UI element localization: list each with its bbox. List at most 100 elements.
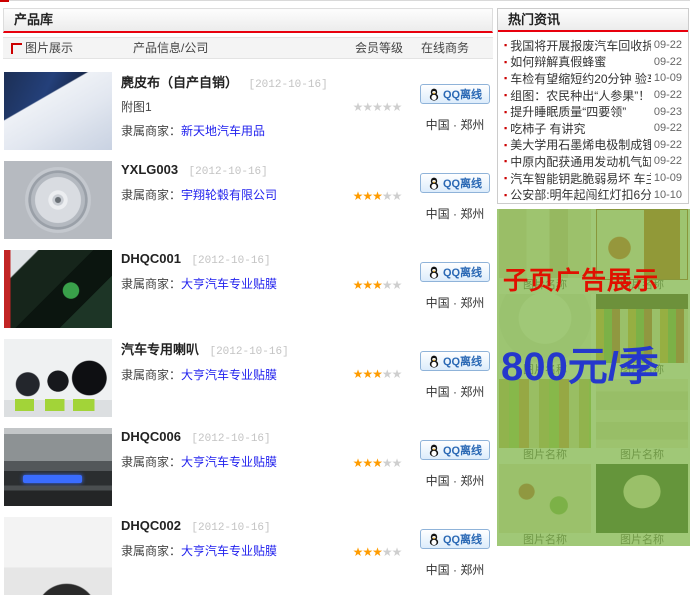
product-photo[interactable] xyxy=(4,517,112,595)
table-row: DHQC001 [2012-10-16] 隶属商家：大亨汽车专业贴膜 ★★★★★… xyxy=(3,238,493,326)
product-merchant-line: 隶属商家：大亨汽车专业贴膜 xyxy=(121,453,346,470)
news-date: 09-22 xyxy=(654,122,682,134)
bullet-icon: ▪ xyxy=(504,40,507,50)
online-business-cell: QQ离线 中国 · 郑州 xyxy=(416,327,494,400)
news-item[interactable]: ▪美大学用石墨烯电极制成锂电09-22 xyxy=(504,137,682,154)
news-date: 09-23 xyxy=(654,106,682,118)
qq-offline-button[interactable]: QQ离线 xyxy=(420,84,490,104)
news-date: 09-22 xyxy=(654,56,682,68)
qq-penguin-icon xyxy=(428,88,440,101)
member-level-stars: ★★★★★ xyxy=(341,100,413,114)
bullet-icon: ▪ xyxy=(504,156,507,166)
product-panel-title: 产品库 xyxy=(3,8,493,33)
product-title-link[interactable]: YXLG003 xyxy=(121,162,178,177)
news-item[interactable]: ▪组图：农民种出“人参果”！09-22 xyxy=(504,87,682,104)
product-date: [2012-10-16] xyxy=(191,433,270,445)
online-business-cell: QQ离线 中国 · 郑州 xyxy=(416,60,494,133)
qq-offline-label: QQ离线 xyxy=(443,86,482,102)
list-marker-icon xyxy=(11,43,22,54)
product-location: 中国 · 郑州 xyxy=(416,472,494,489)
product-photo[interactable] xyxy=(4,339,112,417)
online-business-cell: QQ离线 中国 · 郑州 xyxy=(416,505,494,578)
qq-offline-button[interactable]: QQ离线 xyxy=(420,529,490,549)
member-level-stars: ★★★★★ xyxy=(341,278,413,292)
news-date: 09-22 xyxy=(654,39,682,51)
news-item[interactable]: ▪中原内配获通用发动机气缸套09-22 xyxy=(504,153,682,170)
product-location: 中国 · 郑州 xyxy=(416,383,494,400)
product-info: 麂皮布（自产自销） [2012-10-16] 附图1 隶属商家：新天地汽车用品 xyxy=(121,72,346,139)
news-date: 09-22 xyxy=(654,89,682,101)
merchant-link[interactable]: 宇翔轮毂有限公司 xyxy=(181,188,277,202)
bullet-icon: ▪ xyxy=(504,190,507,200)
news-date: 09-22 xyxy=(654,155,682,167)
product-location: 中国 · 郑州 xyxy=(416,205,494,222)
merchant-link[interactable]: 大亨汽车专业贴膜 xyxy=(181,368,277,382)
product-date: [2012-10-16] xyxy=(248,79,327,91)
news-item[interactable]: ▪如何辩解真假蜂蜜09-22 xyxy=(504,54,682,71)
qq-offline-button[interactable]: QQ离线 xyxy=(420,351,490,371)
merchant-label: 隶属商家： xyxy=(121,124,181,138)
col-header-online: 在线商务 xyxy=(421,38,469,58)
col-header-level: 会员等级 xyxy=(355,38,403,58)
product-title-link[interactable]: 汽车专用喇叭 xyxy=(121,342,199,357)
news-item[interactable]: ▪汽车智能钥匙脆弱易坏 车主需10-09 xyxy=(504,170,682,187)
product-library-panel: 产品库 图片展示 产品信息/公司 会员等级 在线商务 麂皮布（自产自销） [20… xyxy=(3,8,493,593)
bullet-icon: ▪ xyxy=(504,140,507,150)
qq-offline-label: QQ离线 xyxy=(443,531,482,547)
news-item[interactable]: ▪我国将开展报废汽车回收拆解09-22 xyxy=(504,37,682,54)
qq-offline-button[interactable]: QQ离线 xyxy=(420,440,490,460)
product-date: [2012-10-16] xyxy=(191,522,270,534)
product-photo[interactable] xyxy=(4,72,112,150)
product-title-link[interactable]: DHQC001 xyxy=(121,251,181,266)
news-item[interactable]: ▪吃柿子 有讲究09-22 xyxy=(504,120,682,137)
news-date: 09-22 xyxy=(654,139,682,151)
product-photo[interactable] xyxy=(4,250,112,328)
member-level-stars: ★★★★★ xyxy=(341,456,413,470)
product-attachment[interactable]: 附图1 xyxy=(121,98,346,115)
sidebar-ad-slot[interactable]: 图片名称 图片名称 图片名称 图片名称 图片名称 图片名称 图片名称 图片名称 … xyxy=(497,209,690,546)
news-panel-title: 热门资讯 xyxy=(498,9,688,32)
merchant-label: 隶属商家： xyxy=(121,544,181,558)
product-title-link[interactable]: DHQC002 xyxy=(121,518,181,533)
qq-offline-label: QQ离线 xyxy=(443,353,482,369)
col-header-info: 产品信息/公司 xyxy=(133,38,208,58)
news-item[interactable]: ▪公安部:明年起闯红灯扣6分 挡10-10 xyxy=(504,186,682,203)
qq-offline-button[interactable]: QQ离线 xyxy=(420,173,490,193)
member-level-stars: ★★★★★ xyxy=(341,367,413,381)
product-merchant-line: 隶属商家：大亨汽车专业贴膜 xyxy=(121,275,346,292)
news-list: ▪我国将开展报废汽车回收拆解09-22 ▪如何辩解真假蜂蜜09-22 ▪车检有望… xyxy=(498,32,688,203)
table-row: DHQC002 [2012-10-16] 隶属商家：大亨汽车专业贴膜 ★★★★★… xyxy=(3,505,493,593)
product-title-link[interactable]: 麂皮布（自产自销） xyxy=(121,75,238,90)
bullet-icon: ▪ xyxy=(504,57,507,67)
member-level-stars: ★★★★★ xyxy=(341,189,413,203)
product-info: DHQC001 [2012-10-16] 隶属商家：大亨汽车专业贴膜 xyxy=(121,250,346,292)
product-photo[interactable] xyxy=(4,161,112,239)
news-item[interactable]: ▪提升睡眠质量“四要领”09-23 xyxy=(504,103,682,120)
qq-penguin-icon xyxy=(428,266,440,279)
product-info: 汽车专用喇叭 [2012-10-16] 隶属商家：大亨汽车专业贴膜 xyxy=(121,339,346,383)
product-photo[interactable] xyxy=(4,428,112,506)
product-date: [2012-10-16] xyxy=(189,166,268,178)
merchant-link[interactable]: 大亨汽车专业贴膜 xyxy=(181,544,277,558)
product-rows: 麂皮布（自产自销） [2012-10-16] 附图1 隶属商家：新天地汽车用品 … xyxy=(3,60,493,593)
merchant-link[interactable]: 大亨汽车专业贴膜 xyxy=(181,277,277,291)
product-title-link[interactable]: DHQC006 xyxy=(121,429,181,444)
news-date: 10-09 xyxy=(654,72,682,84)
hot-news-panel: 热门资讯 ▪我国将开展报废汽车回收拆解09-22 ▪如何辩解真假蜂蜜09-22 … xyxy=(497,8,689,204)
bullet-icon: ▪ xyxy=(504,173,507,183)
product-merchant-line: 隶属商家：新天地汽车用品 xyxy=(121,122,346,139)
page-top-divider xyxy=(0,0,690,1)
product-location: 中国 · 郑州 xyxy=(416,294,494,311)
news-item[interactable]: ▪车检有望缩短约20分钟 验车将10-09 xyxy=(504,70,682,87)
product-location: 中国 · 郑州 xyxy=(416,116,494,133)
product-merchant-line: 隶属商家：大亨汽车专业贴膜 xyxy=(121,542,346,559)
product-info: YXLG003 [2012-10-16] 隶属商家：宇翔轮毂有限公司 xyxy=(121,161,346,203)
merchant-link[interactable]: 新天地汽车用品 xyxy=(181,124,265,138)
merchant-label: 隶属商家： xyxy=(121,368,181,382)
table-row: YXLG003 [2012-10-16] 隶属商家：宇翔轮毂有限公司 ★★★★★… xyxy=(3,149,493,237)
merchant-link[interactable]: 大亨汽车专业贴膜 xyxy=(181,455,277,469)
qq-offline-label: QQ离线 xyxy=(443,442,482,458)
qq-offline-button[interactable]: QQ离线 xyxy=(420,262,490,282)
ad-price-label: 800元/季 xyxy=(501,334,688,392)
table-row: 麂皮布（自产自销） [2012-10-16] 附图1 隶属商家：新天地汽车用品 … xyxy=(3,60,493,148)
